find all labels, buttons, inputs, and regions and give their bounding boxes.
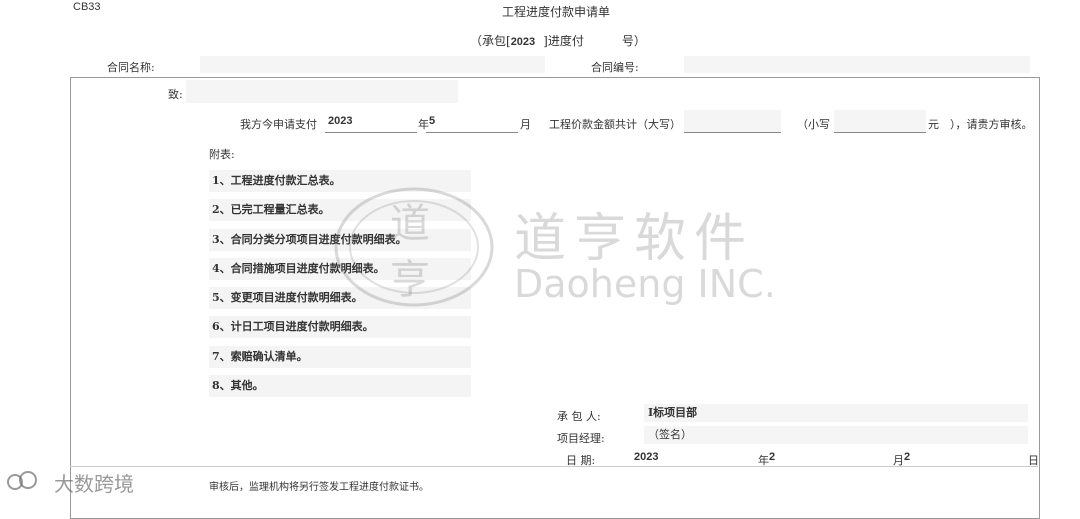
to-field[interactable] [186,80,458,103]
date-label: 日 期: [566,454,596,467]
date-day-value[interactable]: 2 [904,451,910,463]
contract-name-label: 合同名称: [107,61,155,74]
contractor-field[interactable]: Ⅰ标项目部 [644,404,1028,422]
page-title: 工程进度付款申请单 [502,5,611,19]
attachment-item: 1、工程进度付款汇总表。 [209,170,471,192]
attachment-item: 3、合同分类分项项目进度付款明细表。 [209,229,471,251]
attachment-item: 7、索赔确认清单。 [209,346,471,368]
subtitle-suffix: 号） [621,34,646,48]
form-code: CB33 [73,1,101,13]
date-year-unit: 年 [758,454,769,467]
pm-label: 项目经理: [557,432,605,445]
date-year-value[interactable]: 2023 [634,451,658,463]
attachment-item: 8、其他。 [209,375,471,397]
subtitle-middle: ]进度付 [543,34,584,48]
amount-capital-field[interactable] [684,110,781,133]
corner-logo-icon [7,471,37,490]
date-month-value[interactable]: 2 [769,451,775,463]
month-unit: 月 [520,118,531,131]
attachment-item: 6、计日工项目进度付款明细表。 [209,316,471,338]
pm-field[interactable]: （签名） [644,426,1028,444]
corner-logo-text: 大数跨境 [54,472,134,496]
contract-name-field[interactable] [200,56,545,73]
subtitle: （承包[2023 ]进度付 号） [470,32,646,49]
apply-year-value: 2023 [328,115,353,127]
to-label: 致: [168,88,183,101]
amount-small-field[interactable] [834,110,926,133]
apply-prefix: 我方今申请支付 [240,118,317,131]
apply-month-value: 5 [429,115,436,127]
amount-label: 工程价款金额共计（大写） [549,118,681,131]
attachment-item: 5、变更项目进度付款明细表。 [209,287,471,309]
footer-note: 审核后，监理机构将另行签发工程进度付款证书。 [209,482,429,493]
subtitle-prefix: （承包[ [470,34,511,48]
apply-month-field[interactable] [426,110,518,133]
attach-label: 附表: [209,148,235,161]
attachment-item: 2、已完工程量汇总表。 [209,199,471,221]
date-month-unit: 月 [893,454,904,467]
review-text: ），请贵方审核。 [950,118,1033,131]
contractor-label: 承 包 人: [557,410,601,423]
contract-no-field[interactable] [684,56,1030,73]
yuan-unit: 元 [928,118,939,131]
small-label: （小写 [797,118,830,131]
subtitle-year: 2023 [510,36,536,48]
date-day-unit: 日 [1028,454,1039,467]
attachment-item: 4、合同措施项目进度付款明细表。 [209,258,471,280]
contract-no-label: 合同编号: [591,61,639,74]
